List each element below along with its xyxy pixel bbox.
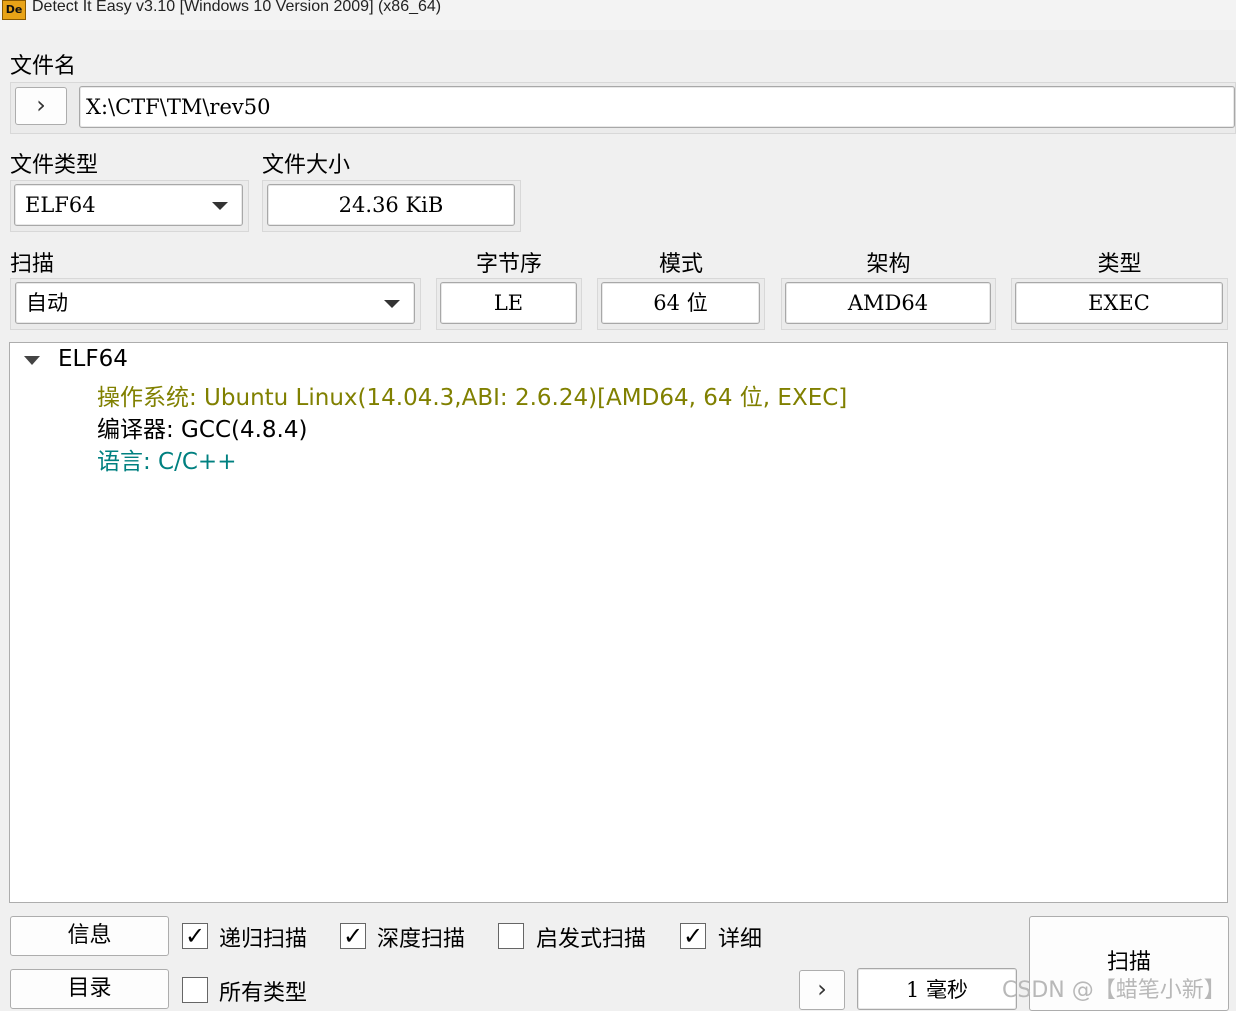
all-types-checkbox[interactable] (182, 977, 208, 1003)
mode-label: 模式 (658, 252, 703, 277)
deep-scan-label[interactable]: 深度扫描 (377, 921, 465, 953)
results-tree[interactable]: ELF64 操作系统: Ubuntu Linux(14.04.3,ABI: 2.… (9, 342, 1228, 903)
window-title: Detect It Easy v3.10 [Windows 10 Version… (32, 0, 442, 15)
tree-item-language[interactable]: 语言: C/C++ (97, 442, 236, 476)
chevron-right-icon: › (817, 975, 827, 1003)
file-type-label: 文件类型 (10, 153, 99, 178)
arch-value: AMD64 (785, 282, 991, 324)
verbose-label[interactable]: 详细 (718, 921, 762, 953)
file-type-select[interactable]: ELF64 (14, 184, 243, 226)
file-type-value: ELF64 (25, 193, 96, 217)
tree-item-compiler[interactable]: 编译器: GCC(4.8.4) (97, 410, 307, 444)
tree-item-os[interactable]: 操作系统: Ubuntu Linux(14.04.3,ABI: 2.6.24)[… (97, 378, 847, 412)
deep-scan-checkbox[interactable]: ✓ (340, 923, 366, 949)
browse-button[interactable]: › (15, 87, 67, 125)
verbose-checkbox[interactable]: ✓ (680, 923, 706, 949)
app-icon: De (2, 0, 26, 20)
file-size-value: 24.36 KiB (267, 184, 515, 226)
arch-label: 架构 (866, 252, 911, 277)
scan-label: 扫描 (10, 252, 55, 277)
check-icon: ✓ (184, 922, 206, 950)
expand-arrow-icon[interactable] (24, 356, 40, 365)
elapsed-time-unit: 毫秒 (926, 978, 969, 1002)
file-size-label: 文件大小 (262, 153, 351, 178)
all-types-label[interactable]: 所有类型 (219, 975, 307, 1007)
endian-label: 字节序 (475, 252, 542, 277)
next-button[interactable]: › (799, 970, 845, 1010)
check-icon: ✓ (342, 922, 364, 950)
type-value: EXEC (1015, 282, 1223, 324)
elapsed-time-value: 1 (905, 978, 920, 1002)
type-label: 类型 (1097, 252, 1142, 277)
title-bar: De Detect It Easy v3.10 [Windows 10 Vers… (0, 0, 1236, 30)
recursive-scan-label[interactable]: 递归扫描 (219, 921, 307, 953)
info-button[interactable]: 信息 (10, 916, 169, 956)
heuristic-scan-checkbox[interactable] (498, 923, 524, 949)
scan-mode-value: 自动 (26, 291, 68, 315)
recursive-scan-checkbox[interactable]: ✓ (182, 923, 208, 949)
chevron-right-icon: › (36, 91, 46, 119)
chevron-down-icon (212, 202, 228, 210)
file-path-input[interactable]: X:\CTF\TM\rev50 (79, 86, 1235, 128)
elapsed-time-field: 1 毫秒 (857, 968, 1017, 1010)
chevron-down-icon (384, 300, 400, 308)
mode-value: 64 位 (601, 282, 760, 324)
heuristic-scan-label[interactable]: 启发式扫描 (536, 921, 646, 953)
watermark: CSDN @【蜡笔小新】 (1002, 978, 1226, 1003)
scan-mode-select[interactable]: 自动 (15, 282, 415, 324)
file-name-label: 文件名 (10, 54, 77, 79)
tree-root-elf64[interactable]: ELF64 (58, 346, 128, 372)
endian-value: LE (440, 282, 577, 324)
check-icon: ✓ (682, 922, 704, 950)
directory-button[interactable]: 目录 (10, 969, 169, 1009)
